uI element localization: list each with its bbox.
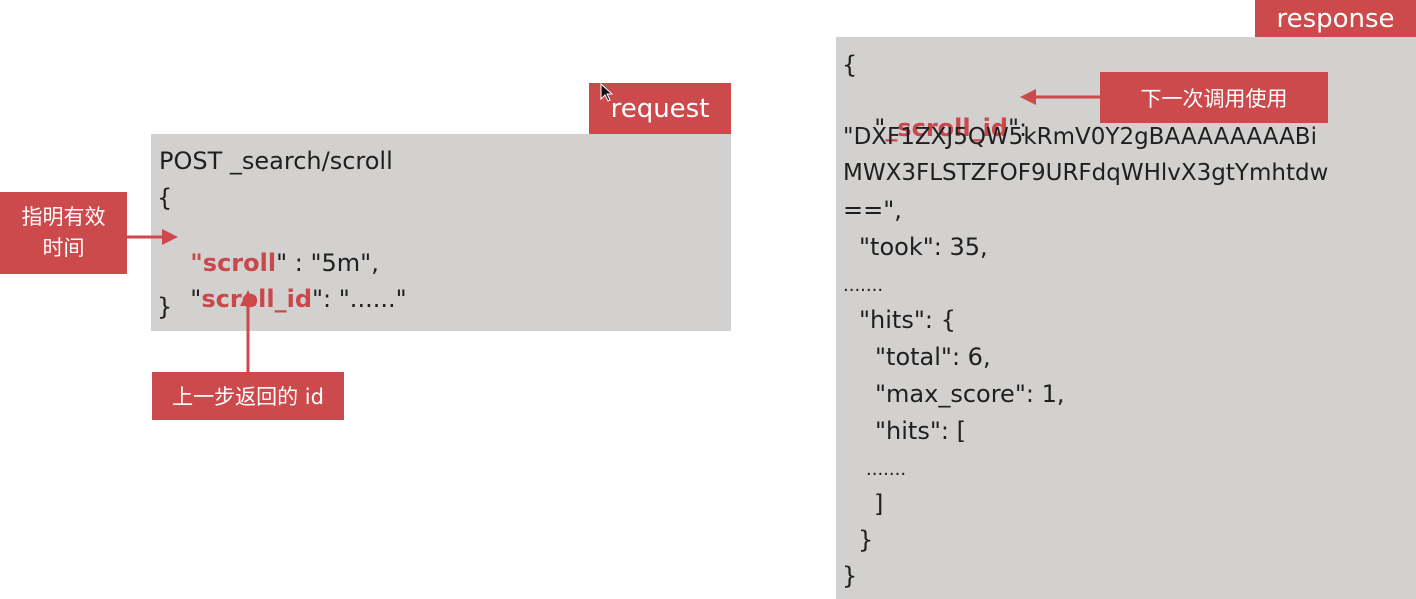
valid-time-arrow-head	[162, 229, 178, 245]
mouse-cursor-icon	[600, 82, 614, 102]
arrow-layer	[127, 82, 1100, 372]
previous-id-arrow-head	[240, 290, 256, 306]
next-call-arrow-head	[1020, 89, 1036, 105]
